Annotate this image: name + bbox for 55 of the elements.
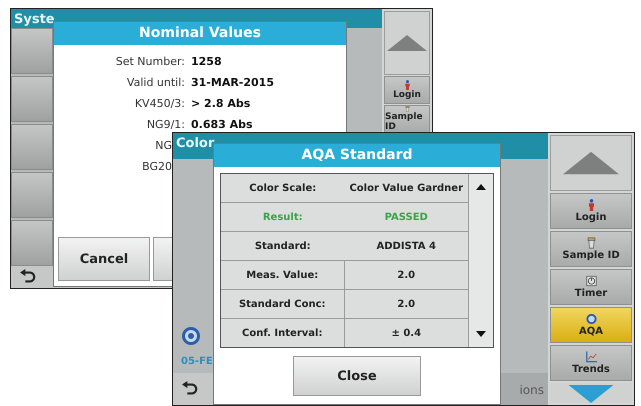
back-arrow-icon[interactable] [19, 268, 37, 285]
table-cell: Meas. Value: [221, 261, 344, 289]
sidebar-button[interactable]: Login [550, 193, 632, 229]
table-cell-text: PASSED [384, 210, 429, 224]
value-text: 1258 [191, 55, 222, 68]
table-cell-text: 2.0 [396, 298, 416, 312]
table-cell: Conf. Interval: [221, 319, 344, 347]
table-cell-text: Color Value Gardner [348, 182, 464, 196]
side-button[interactable] [11, 172, 53, 218]
table-cell-text: ± 0.4 [390, 326, 422, 340]
up-triangle-icon [563, 151, 619, 175]
cancel-button[interactable]: Cancel [58, 237, 150, 281]
sidebar-button[interactable]: Login [384, 76, 430, 104]
sidebar-button[interactable]: Sample ID [384, 105, 430, 133]
globe-badge-icon [181, 326, 201, 346]
table-cell-text: ADDISTA 4 [376, 240, 437, 254]
line-chart-icon [586, 351, 596, 363]
sidebar-button[interactable]: Sample ID [550, 231, 632, 267]
value-label: NG9/1: [146, 118, 186, 131]
side-button[interactable] [11, 124, 53, 170]
globe-icon [586, 313, 596, 325]
date-text: 05-FE [181, 356, 214, 367]
screen-title: Syste [14, 12, 55, 27]
back-arrow-icon[interactable] [181, 381, 199, 397]
timer-icon [586, 275, 596, 287]
value-text: 0.683 Abs [191, 118, 253, 131]
value-label: Valid until: [126, 76, 186, 89]
sidebar-button[interactable]: AQA [550, 307, 632, 343]
screen-title: Color [176, 136, 214, 151]
sample-cup-icon [586, 237, 596, 249]
table-cell-text: 2.0 [396, 268, 416, 282]
scroll-down-button[interactable] [550, 383, 632, 403]
scroll-up-button[interactable] [384, 11, 430, 75]
value-label: Set Number: [114, 55, 186, 68]
table-cell-text: Color Scale: [248, 182, 318, 196]
dialog-title: Nominal Values [54, 22, 346, 45]
side-button[interactable] [11, 28, 53, 74]
value-text: 31-MAR-2015 [191, 76, 274, 89]
sidebar-button[interactable]: Trends [550, 345, 632, 381]
table-cell-text: Result: [262, 210, 304, 224]
scroll-up-arrow-icon[interactable] [476, 184, 486, 190]
dialog-title: AQA Standard [214, 144, 500, 167]
table-cell-text: Standard: [254, 240, 312, 254]
table-cell: Standard Conc: [221, 290, 344, 318]
close-button[interactable]: Close [293, 356, 421, 396]
up-triangle-icon [387, 34, 427, 52]
scroll-down-arrow-icon[interactable] [476, 331, 486, 337]
value-label: BG20 [141, 160, 172, 173]
scrollbar[interactable] [468, 174, 493, 347]
scroll-up-button[interactable] [550, 135, 632, 191]
value-text: > 2.8 Abs [191, 97, 250, 110]
side-button[interactable] [11, 76, 53, 122]
value-label: NG [154, 139, 172, 152]
value-label: KV450/3: [134, 97, 186, 110]
sidebar-button[interactable]: Timer [550, 269, 632, 305]
